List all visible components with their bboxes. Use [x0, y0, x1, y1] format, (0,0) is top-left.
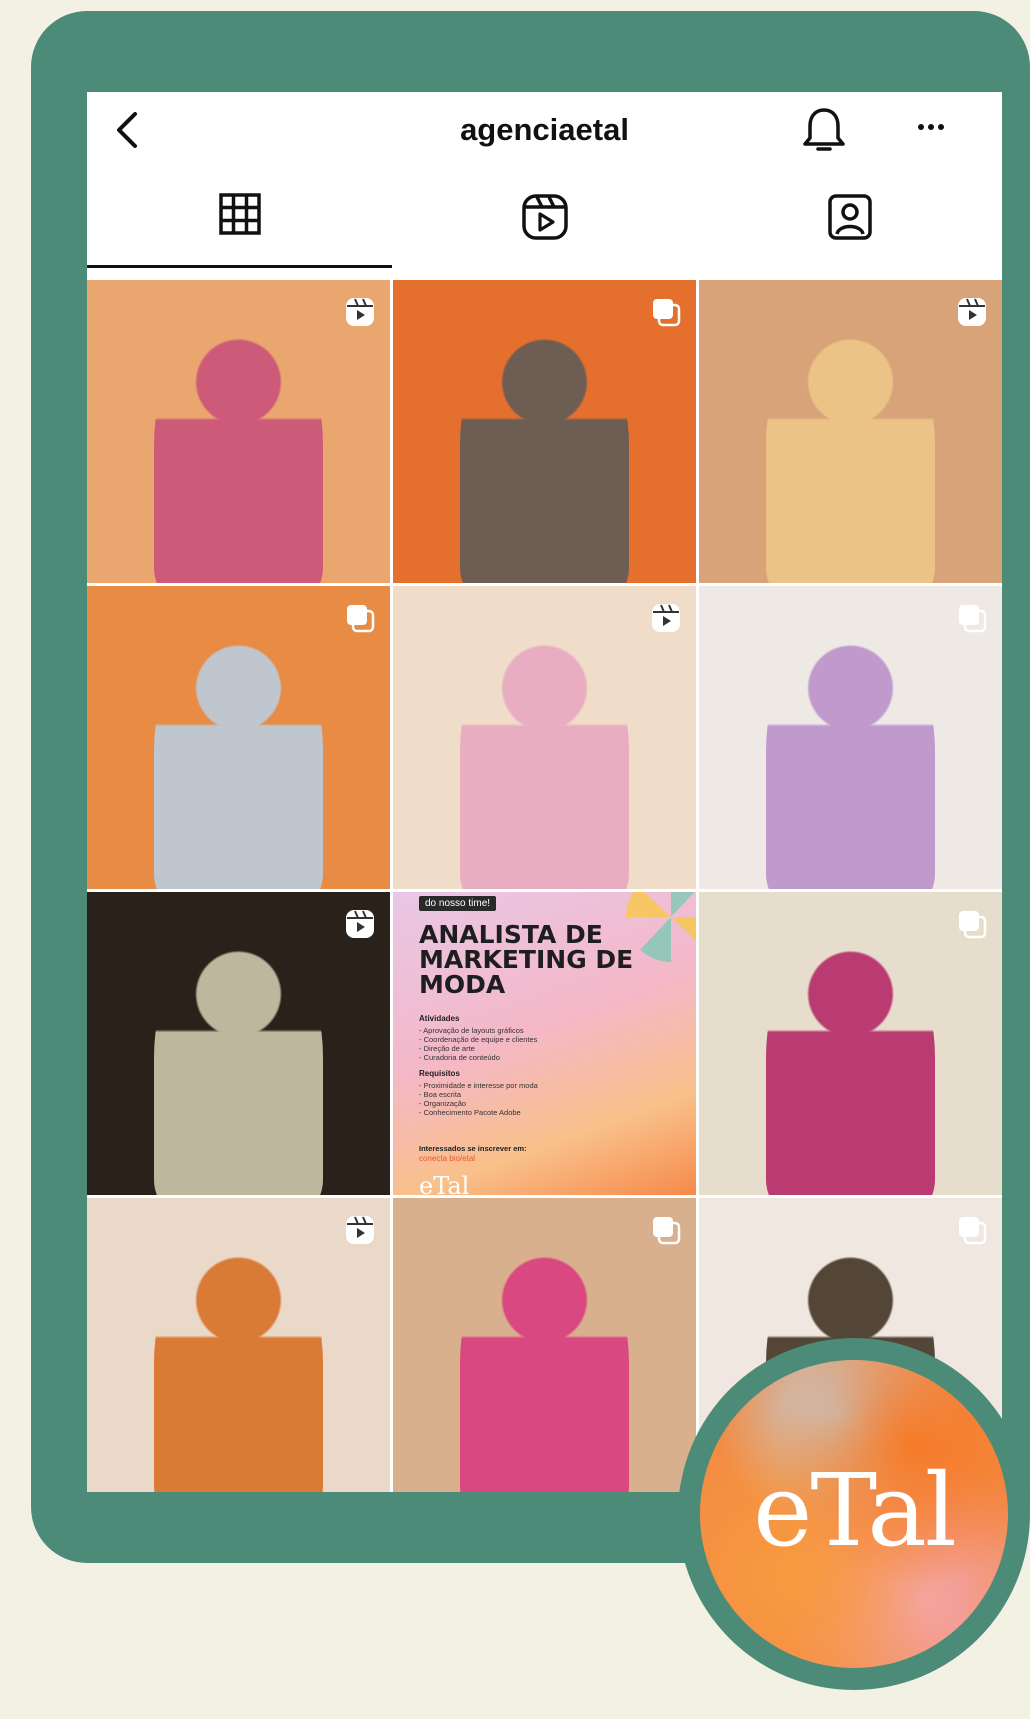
carousel-icon: [653, 1217, 681, 1245]
post-photo-subject: [459, 1240, 630, 1492]
list-item: - Curadoria de conteúdo: [419, 1053, 500, 1062]
carousel-icon: [959, 605, 987, 633]
post-photo-subject: [765, 934, 936, 1195]
tab-tagged[interactable]: [697, 192, 1002, 268]
more-options-button[interactable]: [909, 112, 953, 142]
carousel-icon: [959, 911, 987, 939]
post-tile[interactable]: [87, 280, 390, 583]
post-photo-subject: [153, 934, 324, 1195]
job-post-banner: do nosso time!: [419, 896, 497, 911]
reel-badge: [956, 296, 988, 328]
post-photo-subject: [765, 322, 936, 583]
profile-tabs: [87, 192, 1002, 268]
reel-icon: [346, 910, 374, 938]
tab-reels[interactable]: [392, 192, 697, 268]
reel-badge: [650, 602, 682, 634]
reel-icon: [958, 298, 986, 326]
post-tile[interactable]: [393, 280, 696, 583]
carousel-icon: [347, 605, 375, 633]
reel-badge: [344, 1214, 376, 1246]
post-photo-subject: [153, 322, 324, 583]
post-photo-subject: [765, 628, 936, 889]
tagged-person-icon: [827, 194, 872, 240]
post-photo-subject: [153, 1240, 324, 1492]
carousel-badge: [956, 1214, 988, 1246]
reel-icon: [346, 1216, 374, 1244]
post-tile[interactable]: [699, 892, 1002, 1195]
reel-icon: [346, 298, 374, 326]
list-item: - Boa escrita: [419, 1090, 462, 1099]
job-post-cta: Interessados se inscrever em:: [419, 1144, 527, 1153]
top-bar: agenciaetal: [87, 92, 1002, 172]
carousel-badge: [650, 1214, 682, 1246]
post-tile[interactable]: do nosso time! ANALISTA DE MARKETING DE M…: [393, 892, 696, 1195]
list-item: - Aprovação de layouts gráficos: [419, 1026, 524, 1035]
brand-logo-badge: eTal: [678, 1338, 1030, 1690]
list-item: - Coordenação de equipe e clientes: [419, 1035, 538, 1044]
post-photo-subject: [153, 628, 324, 889]
post-photo-subject: [459, 628, 630, 889]
job-post-activities-list: - Aprovação de layouts gráficos - Coorden…: [419, 1026, 649, 1062]
brand-logo-gradient: eTal: [700, 1360, 1008, 1668]
job-post-section-activities: Atividades: [419, 1014, 460, 1023]
carousel-badge: [956, 908, 988, 940]
list-item: - Direção de arte: [419, 1044, 475, 1053]
tab-posts-grid[interactable]: [87, 192, 392, 268]
carousel-icon: [959, 1217, 987, 1245]
post-tile[interactable]: [699, 586, 1002, 889]
post-tile[interactable]: [393, 586, 696, 889]
list-item: - Organização: [419, 1099, 467, 1108]
job-post-link: conecta bio/etal: [419, 1154, 476, 1163]
profile-username: agenciaetal: [460, 112, 629, 147]
reels-icon: [521, 194, 568, 240]
job-post-section-requirements: Requisitos: [419, 1069, 460, 1078]
reel-icon: [652, 604, 680, 632]
ellipsis-icon: [918, 124, 944, 130]
carousel-badge: [344, 602, 376, 634]
brand-logo-text: eTal: [753, 1452, 957, 1569]
reel-badge: [344, 908, 376, 940]
list-item: - Proximidade e interesse por moda: [419, 1081, 538, 1090]
notifications-button[interactable]: [800, 104, 848, 156]
reel-badge: [344, 296, 376, 328]
job-post-logo: eTal: [419, 1172, 470, 1195]
instagram-profile-screen: agenciaetal do nosso time! ANALISTA DE M…: [87, 92, 1002, 1492]
post-photo-subject: [459, 322, 630, 583]
grid-icon: [218, 193, 261, 235]
post-tile[interactable]: [87, 586, 390, 889]
bell-icon: [803, 108, 845, 151]
post-tile[interactable]: [87, 892, 390, 1195]
job-post-requirements-list: - Proximidade e interesse por moda - Boa …: [419, 1081, 649, 1117]
post-tile[interactable]: [699, 280, 1002, 583]
post-tile[interactable]: [393, 1198, 696, 1492]
carousel-badge: [650, 296, 682, 328]
carousel-icon: [653, 299, 681, 327]
carousel-badge: [956, 602, 988, 634]
post-tile[interactable]: [87, 1198, 390, 1492]
list-item: - Conhecimento Pacote Adobe: [419, 1108, 521, 1117]
posts-grid: do nosso time! ANALISTA DE MARKETING DE M…: [87, 280, 1002, 1492]
